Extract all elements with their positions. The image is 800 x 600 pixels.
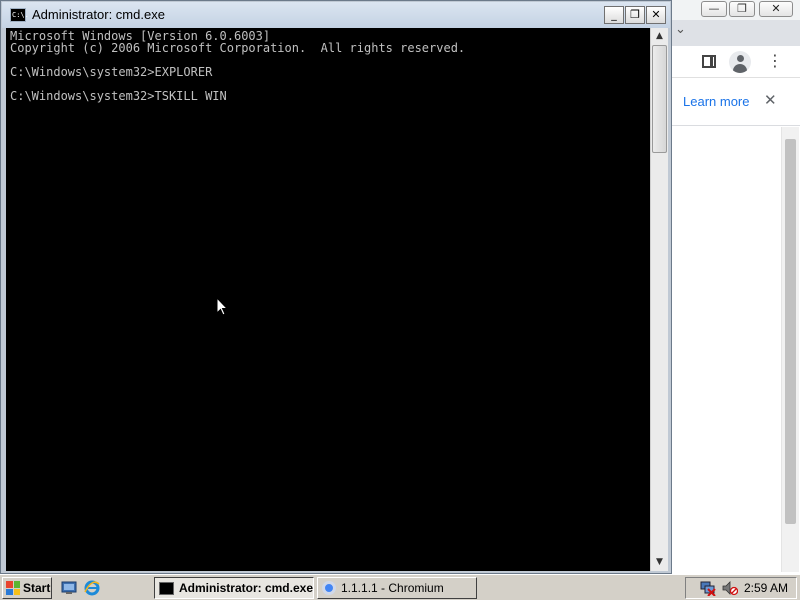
cmd-window: C:\. Administrator: cmd.exe _ ❐ ✕ Micros… — [0, 0, 672, 574]
console-line-explorer: C:\Windows\system32>EXPLORER — [10, 65, 213, 79]
start-button[interactable]: Start — [2, 577, 52, 599]
chromium-toolbar: ⋮ — [669, 46, 800, 78]
chromium-app-icon — [322, 581, 336, 595]
chromium-minimize-button[interactable]: — — [701, 1, 727, 17]
more-menu-icon[interactable]: ⋮ — [767, 52, 783, 70]
tab-search-chevron-icon[interactable]: ⌄ — [675, 22, 686, 37]
cmd-window-controls: _ ❐ ✕ — [604, 6, 666, 24]
chromium-close-button[interactable]: ✕ — [759, 1, 793, 17]
taskbar-item-label: 1.1.1.1 - Chromium — [341, 581, 444, 595]
taskbar-item-chromium[interactable]: 1.1.1.1 - Chromium — [317, 577, 477, 599]
chromium-scrollbar[interactable] — [781, 127, 799, 572]
start-label: Start — [23, 581, 51, 595]
side-panel-icon[interactable] — [702, 55, 716, 68]
cmd-close-button[interactable]: ✕ — [646, 6, 666, 24]
cmd-titlebar[interactable]: C:\. Administrator: cmd.exe _ ❐ ✕ — [2, 2, 670, 28]
cmd-console[interactable]: Microsoft Windows [Version 6.0.6003] Cop… — [6, 28, 650, 571]
volume-muted-icon[interactable] — [722, 581, 738, 596]
taskbar-item-cmd[interactable]: Administrator: cmd.exe — [154, 577, 314, 599]
chromium-window: — ❐ ✕ ⌄ ⋮ Learn more ✕ — [668, 0, 800, 574]
scroll-up-arrow-icon[interactable]: ▲ — [651, 28, 668, 45]
show-desktop-icon[interactable] — [61, 580, 77, 596]
windows-logo-icon — [6, 581, 20, 595]
taskbar: Start Administrator: cmd.exe 1.1.1.1 - C… — [0, 574, 800, 600]
console-line-copyright: Copyright (c) 2006 Microsoft Corporation… — [10, 41, 466, 55]
infobar-close-icon[interactable]: ✕ — [764, 91, 777, 109]
system-tray: 2:59 AM — [685, 577, 797, 599]
internet-explorer-icon[interactable] — [84, 580, 100, 596]
scroll-down-arrow-icon[interactable]: ▼ — [651, 554, 668, 571]
cmd-app-icon — [159, 581, 174, 595]
cmd-window-title: Administrator: cmd.exe — [32, 7, 165, 22]
network-disconnected-icon[interactable] — [700, 581, 716, 596]
cmd-scrollbar-thumb[interactable] — [652, 45, 667, 153]
chromium-scrollbar-thumb[interactable] — [785, 139, 796, 524]
chromium-infobar: Learn more ✕ — [669, 78, 800, 126]
chromium-restore-button[interactable]: ❐ — [729, 1, 755, 17]
chromium-titlebar[interactable]: — ❐ ✕ — [669, 0, 800, 20]
learn-more-link[interactable]: Learn more — [683, 94, 749, 109]
chromium-tabstrip: ⌄ — [669, 20, 800, 46]
mouse-cursor-icon — [216, 297, 228, 316]
cmd-scrollbar[interactable]: ▲ ▼ — [650, 28, 668, 571]
console-line-tskill: C:\Windows\system32>TSKILL WIN — [10, 89, 227, 103]
clock[interactable]: 2:59 AM — [744, 581, 788, 595]
cmd-app-icon[interactable]: C:\. — [10, 8, 29, 22]
profile-avatar-icon[interactable] — [729, 51, 751, 73]
cmd-restore-button[interactable]: ❐ — [625, 6, 645, 24]
taskbar-item-label: Administrator: cmd.exe — [178, 581, 313, 595]
cmd-minimize-button[interactable]: _ — [604, 6, 624, 24]
